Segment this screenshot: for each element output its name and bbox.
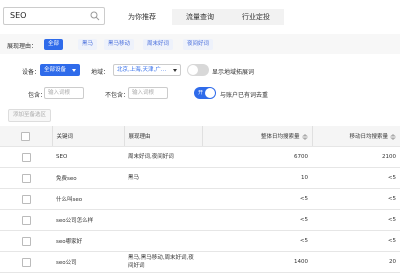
mobile-volume-header-text: 移动日均搜索量 (349, 134, 388, 140)
select-all-cell (0, 126, 52, 147)
chip-weekend[interactable]: 周末好词 (143, 39, 174, 50)
row-checkbox[interactable] (21, 194, 31, 204)
table-row[interactable]: SEO 周末好词,夜间好词 6700 2100 (0, 146, 400, 168)
keyword-table: 关键词 展现理由 整体日均搜索量 移动日均搜索量 SEO 周末好词,夜间好词 6… (0, 126, 400, 273)
mobile-volume-header[interactable]: 移动日均搜索量 (311, 126, 400, 147)
search-value: SEO (10, 11, 27, 20)
reason-header: 展现理由 (123, 126, 202, 147)
keyword-cell: seo公司 (52, 251, 124, 273)
toggle-on-text: 开 (198, 90, 204, 96)
chevron-down-icon (72, 69, 76, 72)
chip-night[interactable]: 夜间好词 (183, 39, 214, 50)
chip-dark-horse[interactable]: 黑马 (78, 39, 98, 50)
tab-industry[interactable]: 行业定投 (228, 9, 284, 25)
tab-label: 流量查询 (186, 13, 214, 21)
add-to-candidates-button[interactable]: 添加至备选区 (8, 109, 52, 122)
table-header-row: 关键词 展现理由 整体日均搜索量 移动日均搜索量 (0, 126, 400, 147)
table-row[interactable]: seo哪家好 <5 <5 (0, 230, 400, 252)
keyword-cell: seo哪家好 (52, 230, 124, 252)
reason-cell (124, 188, 202, 210)
device-select[interactable]: 全部设备 (40, 64, 80, 76)
sort-icon[interactable] (301, 133, 308, 140)
reason-cell: 黑马,黑马移动,周末好词,夜间好词 (124, 251, 202, 273)
mobile-volume-cell: 2100 (312, 146, 400, 168)
reason-cell (124, 209, 202, 231)
overall-volume-cell: 1400 (202, 251, 312, 273)
keyword-cell: 免费seo (52, 167, 124, 189)
dedupe-toggle[interactable]: 开 (194, 87, 216, 99)
row-select-cell (0, 230, 52, 252)
row-select-cell (0, 188, 52, 210)
overall-volume-header[interactable]: 整体日均搜索量 (201, 126, 312, 147)
table-row[interactable]: 什么叫seo <5 <5 (0, 188, 400, 210)
mobile-volume-cell: <5 (312, 230, 400, 252)
region-expand-toggle[interactable] (187, 64, 209, 76)
exclude-label: 不包含： (105, 92, 130, 99)
region-label: 地域： (91, 69, 110, 76)
row-checkbox[interactable] (21, 257, 31, 267)
region-toggle-label: 显示地域拓展词 (212, 69, 255, 76)
table-row[interactable]: seo公司 黑马,黑马移动,周末好词,夜间好词 1400 20 (0, 251, 400, 273)
table-row[interactable]: 免费seo 黑马 10 <5 (0, 167, 400, 189)
reason-cell: 周末好词,夜间好词 (124, 146, 202, 168)
overall-volume-cell: <5 (202, 188, 312, 210)
chip-all[interactable]: 全部 (44, 39, 64, 50)
region-select[interactable]: 北京,上海,天津,广… (113, 64, 181, 76)
overall-volume-cell: <5 (202, 230, 312, 252)
mobile-volume-cell: 20 (312, 251, 400, 273)
mobile-volume-cell: <5 (312, 188, 400, 210)
exclude-input[interactable]: 输入词根 (128, 87, 168, 99)
overall-volume-cell: <5 (202, 209, 312, 231)
dedupe-label: 与账户已有词去重 (220, 92, 269, 99)
keyword-cell: seo公司怎么样 (52, 209, 124, 231)
toggle-knob (188, 65, 198, 75)
keyword-header: 关键词 (51, 126, 124, 147)
row-select-cell (0, 251, 52, 273)
table-row[interactable]: seo公司怎么样 <5 <5 (0, 209, 400, 231)
row-select-cell (0, 167, 52, 189)
row-select-cell (0, 146, 52, 168)
tab-traffic[interactable]: 流量查询 (172, 9, 228, 25)
keyword-cell: SEO (52, 146, 124, 168)
tab-recommend[interactable]: 为你推荐 (112, 9, 172, 25)
reason-cell (124, 230, 202, 252)
overall-volume-cell: 6700 (202, 146, 312, 168)
include-input[interactable]: 输入词根 (44, 87, 84, 99)
row-checkbox[interactable] (21, 173, 31, 183)
device-value: 全部设备 (44, 67, 67, 73)
keyword-cell: 什么叫seo (52, 188, 124, 210)
chevron-down-icon (173, 69, 177, 72)
exclude-placeholder: 输入词根 (132, 90, 155, 96)
region-value: 北京,上海,天津,广… (117, 67, 167, 73)
tab-label: 行业定投 (242, 13, 270, 21)
overall-volume-header-text: 整体日均搜索量 (260, 134, 300, 140)
row-checkbox[interactable] (21, 236, 31, 246)
chip-dark-horse-mobile[interactable]: 黑马移动 (104, 39, 135, 50)
row-checkbox[interactable] (21, 215, 31, 225)
reason-filter-label: 展现理由： (7, 43, 38, 50)
mobile-volume-cell: <5 (312, 167, 400, 189)
mobile-volume-cell: <5 (312, 209, 400, 231)
search-icon[interactable] (90, 11, 100, 21)
device-label: 设备： (22, 69, 41, 76)
row-select-cell (0, 209, 52, 231)
tab-label: 为你推荐 (128, 13, 156, 21)
sort-icon[interactable] (390, 133, 396, 140)
reason-cell: 黑马 (124, 167, 202, 189)
select-all-checkbox[interactable] (21, 131, 31, 141)
search-input[interactable]: SEO (3, 7, 105, 25)
overall-volume-cell: 10 (202, 167, 312, 189)
include-placeholder: 输入词根 (48, 90, 71, 96)
row-checkbox[interactable] (21, 152, 31, 162)
toggle-knob (205, 88, 215, 98)
